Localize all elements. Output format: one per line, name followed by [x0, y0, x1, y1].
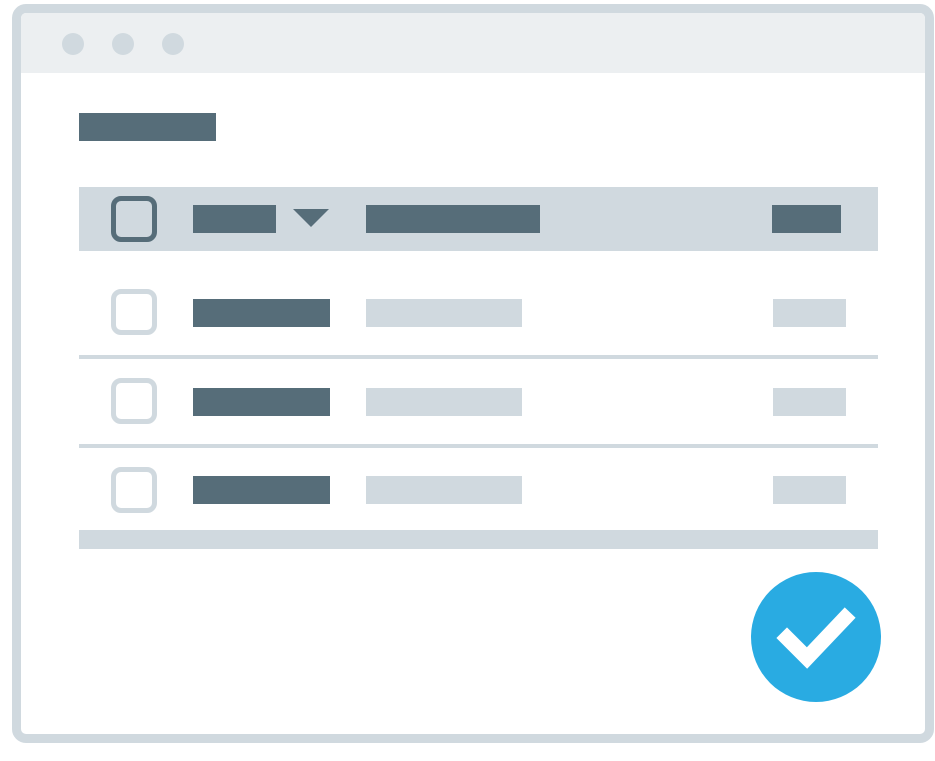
table-header — [79, 187, 878, 251]
window-control-dot[interactable] — [62, 33, 84, 55]
select-all-checkbox[interactable] — [111, 196, 157, 242]
row-checkbox[interactable] — [111, 467, 157, 513]
title-bar — [21, 13, 925, 73]
row-value-cell — [773, 299, 846, 327]
row-checkbox[interactable] — [111, 378, 157, 424]
column-header-value[interactable] — [772, 205, 841, 233]
table-footer — [79, 530, 878, 549]
app-window — [12, 4, 934, 743]
row-primary-cell — [193, 388, 330, 416]
row-value-cell — [773, 476, 846, 504]
row-divider — [79, 355, 878, 359]
sort-descending-icon[interactable] — [293, 209, 329, 227]
window-control-dot[interactable] — [162, 33, 184, 55]
row-divider — [79, 444, 878, 448]
page-title-placeholder — [79, 113, 216, 141]
check-icon — [776, 607, 856, 669]
row-primary-cell — [193, 299, 330, 327]
row-primary-cell — [193, 476, 330, 504]
row-secondary-cell — [366, 476, 522, 504]
row-secondary-cell — [366, 299, 522, 327]
row-secondary-cell — [366, 388, 522, 416]
column-header-description[interactable] — [366, 205, 540, 233]
row-checkbox[interactable] — [111, 289, 157, 335]
window-control-dot[interactable] — [112, 33, 134, 55]
confirm-button[interactable] — [751, 572, 881, 702]
column-header-name[interactable] — [193, 205, 276, 233]
row-value-cell — [773, 388, 846, 416]
